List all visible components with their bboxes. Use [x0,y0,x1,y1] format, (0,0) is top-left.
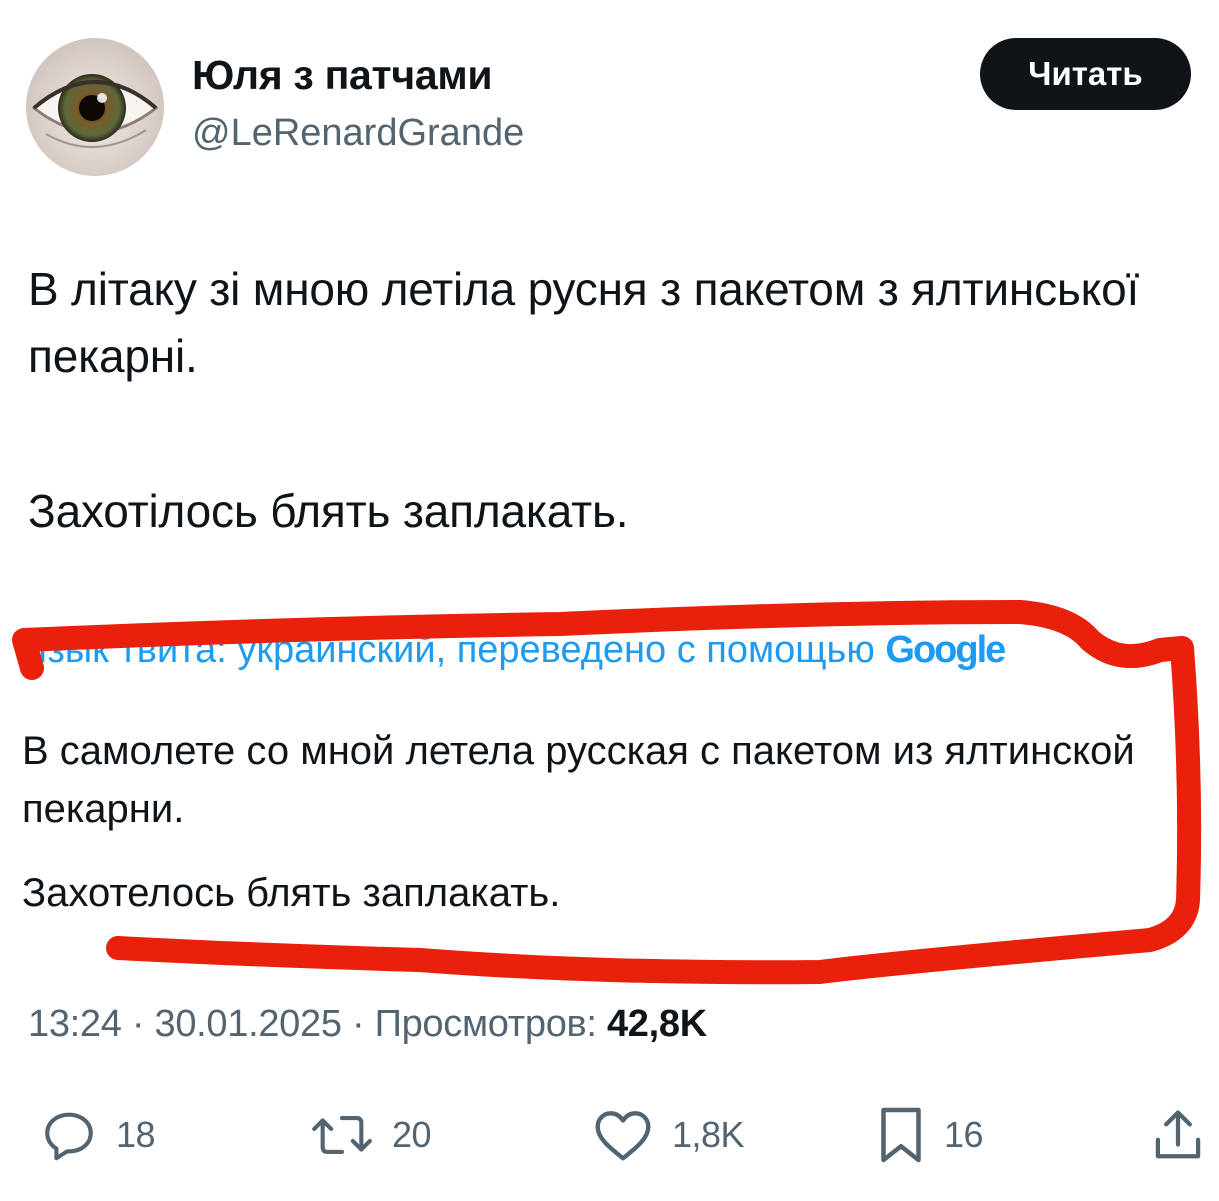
reply-icon [45,1112,93,1161]
share-button[interactable] [1152,1100,1204,1170]
translation-note[interactable]: Язык твита: украинский, переведено с пом… [20,624,1160,676]
tweet-meta: 13:24 · 30.01.2025 · Просмотров: 42,8K [28,1003,707,1046]
tweet-paragraph: Захотілось блять заплакать. [28,485,629,537]
reply-count: 18 [116,1114,156,1155]
action-bar: 18 20 1,8K 16 [0,1100,1219,1170]
bookmark-button[interactable]: 16 [876,1100,984,1170]
bookmark-icon [881,1107,921,1163]
follow-button[interactable]: Читать [980,38,1191,110]
meta-separator: · [131,1003,145,1045]
tweet-date[interactable]: 30.01.2025 [154,1003,341,1045]
author-handle[interactable]: @LeRenardGrande [192,112,524,155]
tweet-text: В літаку зі мною летіла русня з пакетом … [28,256,1178,545]
eye-avatar-image [26,38,164,176]
like-count: 1,8K [672,1114,745,1155]
tweet-time[interactable]: 13:24 [28,1003,122,1045]
translated-text: В самолете со мной летела русская с паке… [22,722,1172,922]
share-icon [1155,1110,1201,1159]
repost-icon [312,1116,372,1154]
heart-icon [595,1111,651,1161]
views-count[interactable]: 42,8K [607,1003,707,1045]
bookmark-count: 16 [944,1114,984,1155]
like-button[interactable]: 1,8K [592,1100,745,1170]
reply-button[interactable]: 18 [40,1100,156,1170]
views-label: Просмотров: [374,1003,597,1045]
repost-button[interactable]: 20 [310,1100,432,1170]
author-display-name[interactable]: Юля з патчами [192,52,493,99]
google-logo: Google [885,629,1006,671]
meta-separator: · [351,1003,365,1045]
translated-paragraph: В самолете со мной летела русская с паке… [22,729,1135,831]
avatar[interactable] [26,38,164,176]
translated-paragraph: Захотелось блять заплакать. [22,871,561,915]
translation-note-text: Язык твита: украинский, переведено с пом… [20,629,875,671]
repost-count: 20 [392,1114,432,1155]
tweet-paragraph: В літаку зі мною летіла русня з пакетом … [28,263,1140,382]
